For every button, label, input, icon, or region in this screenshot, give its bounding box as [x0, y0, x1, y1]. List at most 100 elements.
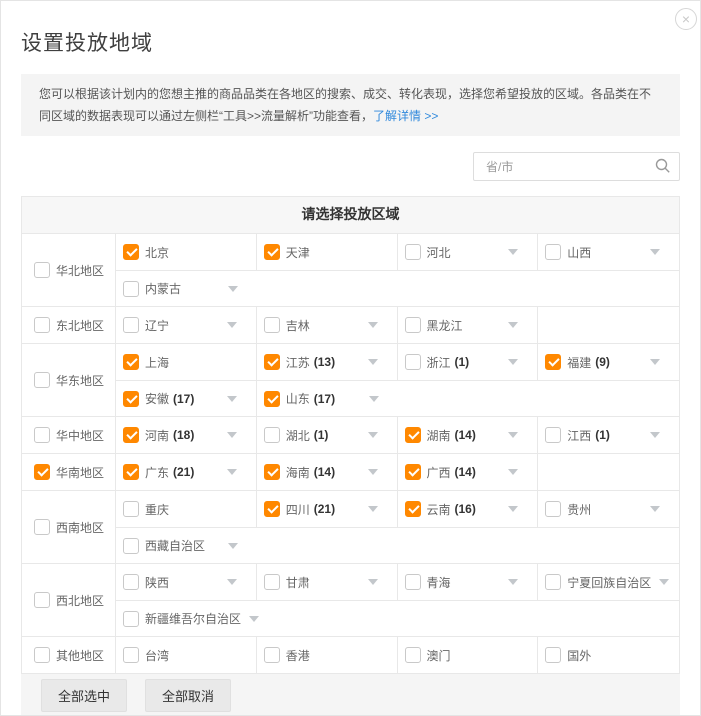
province-cell[interactable]: 河南(18) — [116, 417, 257, 453]
province-checkbox[interactable] — [123, 354, 139, 370]
province-checkbox[interactable] — [123, 317, 139, 333]
region-label-cell[interactable]: 西北地区 — [22, 564, 116, 636]
province-cell[interactable]: 福建(9) — [538, 344, 679, 380]
region-checkbox[interactable] — [34, 427, 50, 443]
province-cell[interactable]: 台湾 — [116, 637, 257, 673]
region-checkbox[interactable] — [34, 647, 50, 663]
province-checkbox[interactable] — [545, 574, 561, 590]
province-checkbox[interactable] — [545, 427, 561, 443]
chevron-down-icon[interactable] — [508, 322, 518, 328]
region-label-cell[interactable]: 华东地区 — [22, 344, 116, 416]
province-cell[interactable]: 贵州 — [538, 491, 679, 527]
search-input[interactable] — [473, 152, 680, 181]
region-checkbox[interactable] — [34, 317, 50, 333]
province-cell[interactable]: 广西(14) — [398, 454, 539, 490]
province-checkbox[interactable] — [405, 647, 421, 663]
province-cell[interactable]: 安徽(17) — [116, 381, 257, 416]
province-checkbox[interactable] — [123, 574, 139, 590]
province-cell[interactable]: 湖北(1) — [257, 417, 398, 453]
chevron-down-icon[interactable] — [368, 359, 378, 365]
province-cell[interactable]: 江苏(13) — [257, 344, 398, 380]
chevron-down-icon[interactable] — [228, 286, 238, 292]
province-checkbox[interactable] — [264, 501, 280, 517]
province-checkbox[interactable] — [405, 317, 421, 333]
chevron-down-icon[interactable] — [368, 432, 378, 438]
region-label-cell[interactable]: 东北地区 — [22, 307, 116, 343]
chevron-down-icon[interactable] — [650, 506, 660, 512]
chevron-down-icon[interactable] — [508, 359, 518, 365]
province-checkbox[interactable] — [264, 391, 280, 407]
province-checkbox[interactable] — [264, 574, 280, 590]
province-cell[interactable]: 天津 — [257, 234, 398, 270]
province-checkbox[interactable] — [123, 464, 139, 480]
chevron-down-icon[interactable] — [508, 432, 518, 438]
region-label-cell[interactable]: 华北地区 — [22, 234, 116, 306]
cancel-all-button[interactable]: 全部取消 — [145, 679, 231, 712]
province-checkbox[interactable] — [123, 538, 139, 554]
chevron-down-icon[interactable] — [508, 579, 518, 585]
province-checkbox[interactable] — [264, 354, 280, 370]
region-checkbox[interactable] — [34, 464, 50, 480]
province-cell[interactable]: 吉林 — [257, 307, 398, 343]
province-cell[interactable]: 国外 — [538, 637, 679, 673]
chevron-down-icon[interactable] — [227, 579, 237, 585]
province-cell[interactable]: 黑龙江 — [398, 307, 539, 343]
province-checkbox[interactable] — [545, 501, 561, 517]
province-cell[interactable]: 海南(14) — [257, 454, 398, 490]
chevron-down-icon[interactable] — [650, 249, 660, 255]
province-cell[interactable]: 河北 — [398, 234, 539, 270]
province-cell[interactable]: 澳门 — [398, 637, 539, 673]
province-cell[interactable]: 江西(1) — [538, 417, 679, 453]
select-all-button[interactable]: 全部选中 — [41, 679, 127, 712]
close-icon[interactable]: × — [675, 8, 697, 30]
province-checkbox[interactable] — [264, 464, 280, 480]
province-checkbox[interactable] — [405, 574, 421, 590]
region-checkbox[interactable] — [34, 519, 50, 535]
province-checkbox[interactable] — [264, 244, 280, 260]
province-cell[interactable]: 浙江(1) — [398, 344, 539, 380]
chevron-down-icon[interactable] — [227, 432, 237, 438]
region-checkbox[interactable] — [34, 262, 50, 278]
chevron-down-icon[interactable] — [228, 543, 238, 549]
province-cell[interactable]: 上海 — [116, 344, 257, 380]
region-checkbox[interactable] — [34, 592, 50, 608]
province-checkbox[interactable] — [123, 501, 139, 517]
province-cell[interactable]: 西藏自治区 — [116, 528, 257, 563]
region-label-cell[interactable]: 华南地区 — [22, 454, 116, 490]
province-checkbox[interactable] — [123, 244, 139, 260]
chevron-down-icon[interactable] — [227, 469, 237, 475]
province-cell[interactable]: 山西 — [538, 234, 679, 270]
province-checkbox[interactable] — [405, 427, 421, 443]
chevron-down-icon[interactable] — [368, 469, 378, 475]
province-cell[interactable]: 新疆维吾尔自治区 — [116, 601, 257, 636]
province-cell[interactable]: 湖南(14) — [398, 417, 539, 453]
province-cell[interactable]: 山东(17) — [257, 381, 398, 416]
province-checkbox[interactable] — [405, 244, 421, 260]
province-checkbox[interactable] — [405, 464, 421, 480]
province-cell[interactable]: 北京 — [116, 234, 257, 270]
learn-more-link[interactable]: 了解详情 >> — [373, 109, 438, 123]
province-cell[interactable]: 四川(21) — [257, 491, 398, 527]
province-checkbox[interactable] — [123, 281, 139, 297]
province-cell[interactable]: 辽宁 — [116, 307, 257, 343]
region-checkbox[interactable] — [34, 372, 50, 388]
search-icon[interactable] — [655, 158, 671, 174]
province-checkbox[interactable] — [264, 647, 280, 663]
chevron-down-icon[interactable] — [508, 506, 518, 512]
chevron-down-icon[interactable] — [368, 579, 378, 585]
province-cell[interactable]: 内蒙古 — [116, 271, 257, 306]
province-cell[interactable]: 宁夏回族自治区 — [538, 564, 679, 600]
region-label-cell[interactable]: 西南地区 — [22, 491, 116, 563]
province-checkbox[interactable] — [405, 354, 421, 370]
province-cell[interactable]: 广东(21) — [116, 454, 257, 490]
chevron-down-icon[interactable] — [249, 616, 259, 622]
chevron-down-icon[interactable] — [227, 322, 237, 328]
chevron-down-icon[interactable] — [227, 396, 237, 402]
chevron-down-icon[interactable] — [650, 432, 660, 438]
province-checkbox[interactable] — [123, 611, 139, 627]
region-label-cell[interactable]: 其他地区 — [22, 637, 116, 673]
chevron-down-icon[interactable] — [369, 396, 379, 402]
province-cell[interactable]: 云南(16) — [398, 491, 539, 527]
province-cell[interactable]: 香港 — [257, 637, 398, 673]
province-checkbox[interactable] — [123, 647, 139, 663]
